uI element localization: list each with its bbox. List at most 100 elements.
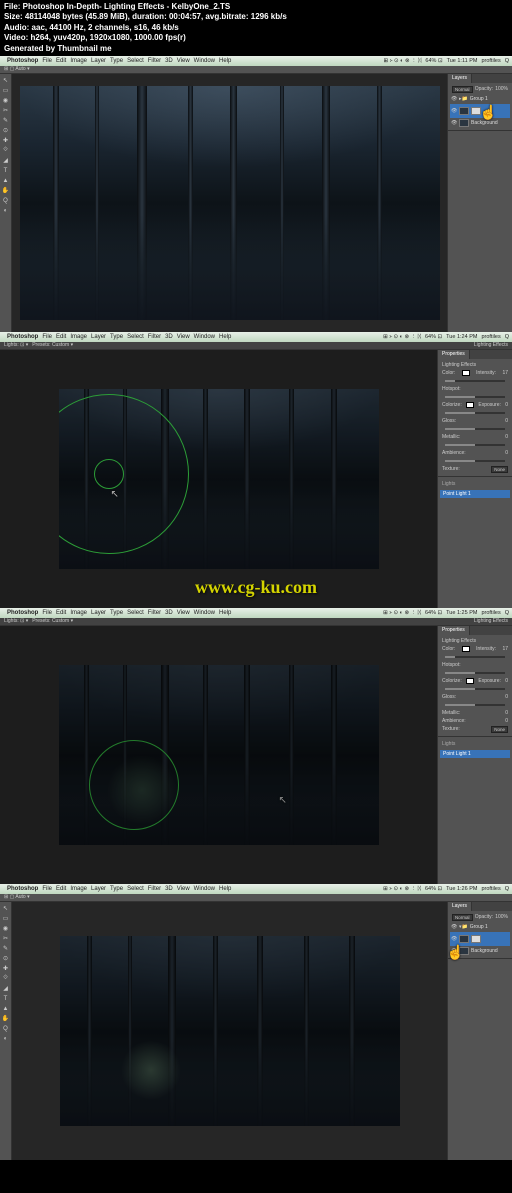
gloss-slider[interactable] [445,428,505,430]
canvas-area[interactable] [12,74,447,332]
opacity-value[interactable]: 100% [495,914,508,920]
zoom-tool[interactable]: Q [1,196,11,206]
ambience-slider[interactable] [445,460,505,462]
menu-type[interactable]: Type [110,610,123,616]
zoom-tool[interactable]: Q [1,1024,11,1034]
visibility-icon[interactable]: 👁 [451,924,457,930]
menu-layer[interactable]: Layer [91,886,106,892]
pen-tool[interactable]: ◢ [1,984,11,994]
menu-edit[interactable]: Edit [56,886,66,892]
menu-file[interactable]: File [42,610,52,616]
menu-image[interactable]: Image [70,58,87,64]
visibility-icon[interactable]: 👁 [451,108,457,114]
intensity-slider[interactable] [445,656,505,658]
menu-edit[interactable]: Edit [56,58,66,64]
canvas-area[interactable]: ↖ [0,626,437,884]
eyedropper-tool[interactable]: ✎ [1,116,11,126]
layers-tab[interactable]: Layers [448,902,472,911]
layers-tab[interactable]: Layers [448,74,472,83]
menu-3d[interactable]: 3D [165,886,173,892]
options-content[interactable]: ⊞ ▢ Auto ▾ [4,894,30,900]
menu-layer[interactable]: Layer [91,58,106,64]
menu-file[interactable]: File [42,886,52,892]
metallic-slider[interactable] [445,444,505,446]
menu-3d[interactable]: 3D [165,58,173,64]
menu-filter[interactable]: Filter [148,886,161,892]
hand-tool[interactable]: ✋ [1,1014,11,1024]
crop-tool[interactable]: ✂ [1,106,11,116]
exposure-slider[interactable] [445,688,505,690]
intensity-slider[interactable] [445,380,505,382]
menu-3d[interactable]: 3D [165,610,173,616]
exposure-slider[interactable] [445,412,505,414]
presets-select[interactable]: Presets: Custom ▾ [32,618,73,624]
menu-window[interactable]: Window [194,334,215,340]
menu-app[interactable]: Photoshop [7,334,38,340]
colorize-swatch[interactable] [466,678,474,684]
menu-type[interactable]: Type [110,886,123,892]
visibility-icon[interactable]: 👁 [451,120,457,126]
menu-select[interactable]: Select [127,610,144,616]
menu-layer[interactable]: Layer [91,334,106,340]
color-fg[interactable]: ◐ [1,1034,11,1044]
light-item[interactable]: Point Light 1 [440,490,510,498]
visibility-icon[interactable]: 👁 [451,936,457,942]
lasso-tool[interactable]: ◉ [1,924,11,934]
canvas-area[interactable] [12,902,447,1160]
menu-window[interactable]: Window [194,58,215,64]
menu-image[interactable]: Image [70,610,87,616]
move-tool[interactable]: ↖ [1,76,11,86]
crop-tool[interactable]: ✂ [1,934,11,944]
menu-app[interactable]: Photoshop [7,886,38,892]
gradient-tool[interactable]: ⟐ [1,146,11,156]
menu-select[interactable]: Select [127,58,144,64]
menu-window[interactable]: Window [194,886,215,892]
search-icon[interactable]: Q [505,334,509,340]
light-gizmo[interactable] [89,740,179,830]
type-tool[interactable]: T [1,994,11,1004]
shape-tool[interactable]: ▲ [1,176,11,186]
color-swatch[interactable] [462,646,470,652]
menu-type[interactable]: Type [110,334,123,340]
texture-select[interactable]: None [491,466,508,473]
presets-select[interactable]: Presets: Custom ▾ [32,342,73,348]
marquee-tool[interactable]: ▭ [1,914,11,924]
menu-view[interactable]: View [177,58,190,64]
menu-app[interactable]: Photoshop [7,610,38,616]
shape-tool[interactable]: ▲ [1,1004,11,1014]
menu-app[interactable]: Photoshop [7,58,38,64]
menu-filter[interactable]: Filter [148,58,161,64]
stamp-tool[interactable]: ✚ [1,136,11,146]
color-fg[interactable]: ◐ [1,206,11,216]
hotspot-slider[interactable] [445,396,505,398]
light-gizmo-inner[interactable] [94,459,124,489]
menu-file[interactable]: File [42,58,52,64]
menu-edit[interactable]: Edit [56,610,66,616]
menu-view[interactable]: View [177,886,190,892]
lights-label[interactable]: Lights: ⊡ ▾ [4,342,28,348]
menu-edit[interactable]: Edit [56,334,66,340]
color-swatch[interactable] [462,370,470,376]
menu-help[interactable]: Help [219,58,231,64]
menu-image[interactable]: Image [70,886,87,892]
visibility-icon[interactable]: 👁 [451,96,457,102]
texture-select[interactable]: None [491,726,508,733]
menu-view[interactable]: View [177,610,190,616]
menu-window[interactable]: Window [194,610,215,616]
properties-tab[interactable]: Properties [438,350,470,359]
type-tool[interactable]: T [1,166,11,176]
blend-mode-select[interactable]: Normal [452,86,473,93]
lights-label[interactable]: Lights: ⊡ ▾ [4,618,28,624]
menu-view[interactable]: View [177,334,190,340]
menu-3d[interactable]: 3D [165,334,173,340]
blend-mode-select[interactable]: Normal [452,914,473,921]
menu-select[interactable]: Select [127,886,144,892]
menu-help[interactable]: Help [219,610,231,616]
group-layer[interactable]: 👁 ▸📁 Group 1 [450,94,510,104]
search-icon[interactable]: Q [505,610,509,616]
menu-image[interactable]: Image [70,334,87,340]
colorize-swatch[interactable] [466,402,474,408]
menu-filter[interactable]: Filter [148,610,161,616]
lasso-tool[interactable]: ◉ [1,96,11,106]
brush-tool[interactable]: ⊙ [1,126,11,136]
